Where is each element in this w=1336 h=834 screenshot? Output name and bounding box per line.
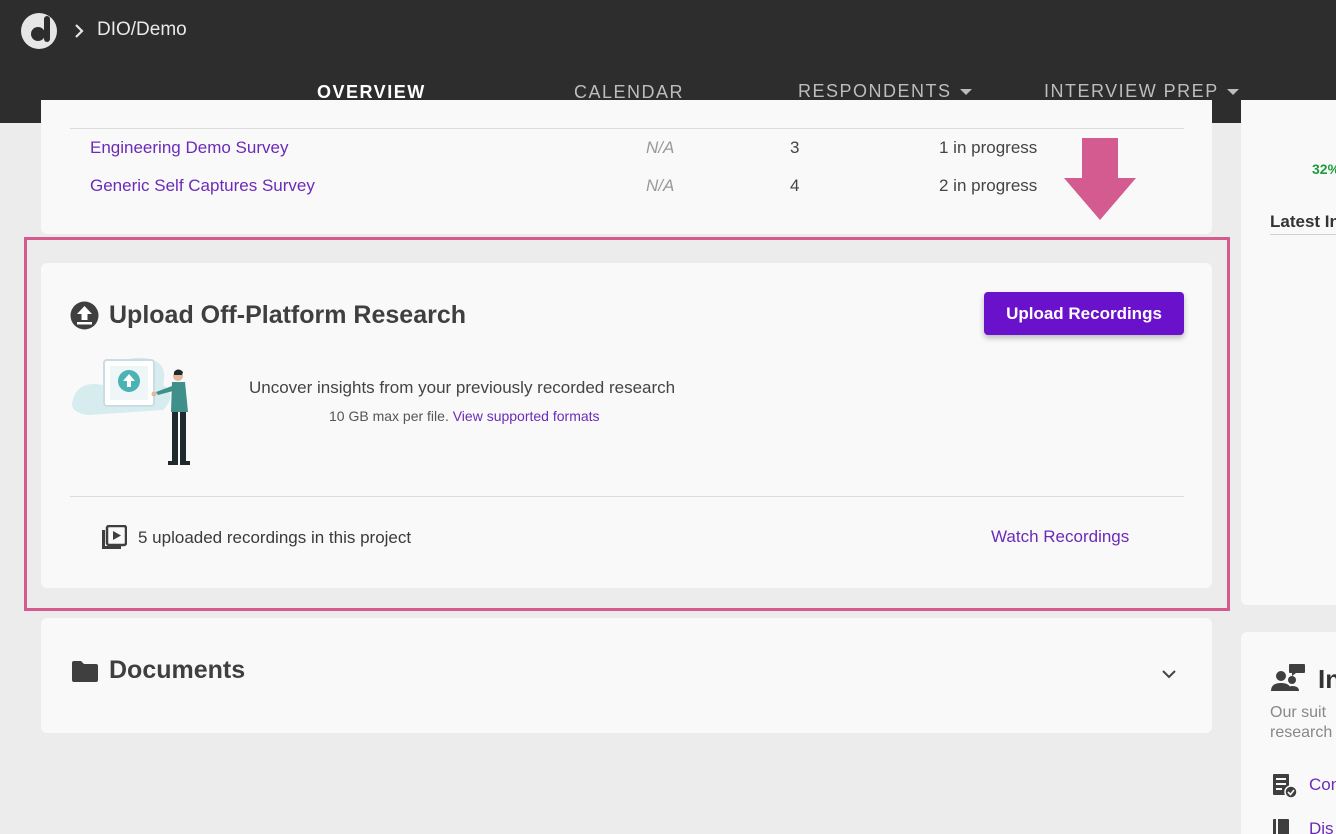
survey-count: 4 [790, 176, 800, 195]
divider [1270, 234, 1336, 235]
upload-recordings-button[interactable]: Upload Recordings [984, 292, 1184, 335]
survey-date: N/A [646, 176, 675, 195]
divider [70, 496, 1184, 497]
chevron-down-icon[interactable] [1160, 668, 1178, 680]
people-chat-icon [1271, 664, 1305, 691]
file-limit-text: 10 GB max per file. [329, 408, 449, 424]
caret-down-icon [1226, 89, 1239, 96]
sidebar-link[interactable]: Con [1309, 775, 1336, 795]
tab-interview-prep-label: INTERVIEW PREP [1044, 81, 1219, 101]
interview-card-text: Our suit research [1270, 703, 1332, 743]
latest-insights-heading: Latest In [1270, 212, 1336, 231]
text-line: research [1270, 724, 1333, 741]
tab-respondents-label: RESPONDENTS [798, 81, 952, 101]
survey-link[interactable]: Generic Self Captures Survey [90, 176, 315, 196]
survey-status: 2 in progress [939, 176, 1038, 195]
survey-date: N/A [646, 138, 675, 157]
survey-count: 3 [790, 138, 800, 157]
tab-interview-prep[interactable]: INTERVIEW PREP [1044, 81, 1239, 102]
survey-status: 1 in progress [939, 138, 1038, 157]
upload-icon [70, 301, 99, 330]
breadcrumb[interactable]: DIO/Demo [97, 19, 187, 41]
documents-title: Documents [109, 656, 246, 684]
logo-icon[interactable] [20, 12, 60, 50]
interview-card-title: In [1318, 664, 1336, 694]
video-library-icon [102, 525, 127, 549]
chevron-right-icon [75, 24, 84, 38]
upload-section-title: Upload Off-Platform Research [109, 301, 467, 329]
recordings-count: 5 uploaded recordings in this project [138, 528, 412, 547]
sidebar-link[interactable]: Dis [1309, 819, 1334, 834]
text-line: Our suit [1270, 704, 1327, 721]
tab-respondents[interactable]: RESPONDENTS [798, 81, 972, 102]
folder-icon [72, 661, 98, 682]
checklist-icon [1273, 774, 1298, 799]
annotation-arrow-icon [1064, 138, 1136, 220]
caret-down-icon [959, 89, 972, 96]
upload-description: Uncover insights from your previously re… [249, 378, 676, 397]
upload-file-limit: 10 GB max per file. View supported forma… [329, 408, 600, 424]
survey-link[interactable]: Engineering Demo Survey [90, 138, 288, 158]
book-icon [1273, 819, 1289, 834]
watch-recordings-link[interactable]: Watch Recordings [991, 527, 1129, 547]
surveys-card [41, 100, 1212, 234]
progress-percent: 32% [1312, 161, 1336, 177]
view-formats-link[interactable]: View supported formats [453, 408, 600, 424]
divider [70, 128, 1184, 129]
upload-illustration [72, 357, 190, 465]
